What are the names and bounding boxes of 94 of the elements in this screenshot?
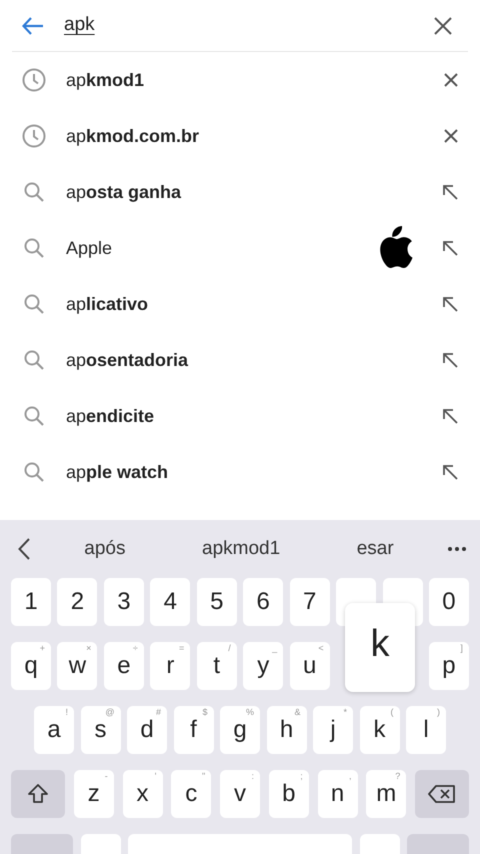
suggestion-text[interactable]: aposta ganha	[66, 178, 442, 206]
key[interactable]: b ;	[268, 770, 309, 818]
key-hint: ?	[395, 772, 400, 781]
key[interactable]: g %	[220, 706, 260, 754]
key-hint: _	[272, 644, 278, 653]
search-icon	[22, 348, 46, 372]
arrow-icon[interactable]	[442, 352, 458, 368]
suggestion-chip[interactable]: esar	[356, 534, 394, 564]
back-icon[interactable]	[22, 16, 44, 34]
remove-icon[interactable]	[444, 129, 458, 143]
key-hint: ,	[348, 772, 352, 781]
key-hint: -	[104, 772, 108, 781]
key-hint: <	[318, 644, 324, 653]
arrow-icon[interactable]	[442, 296, 458, 312]
suggestion-text[interactable]: aplicativo	[66, 290, 442, 318]
key[interactable]: 2	[57, 578, 98, 626]
key[interactable]: 7	[290, 578, 330, 626]
key[interactable]: h &	[266, 706, 306, 754]
key[interactable]: j *	[313, 706, 353, 754]
key[interactable]: v :	[220, 770, 260, 818]
key[interactable]: 0	[428, 578, 469, 626]
key-hint: +	[40, 644, 45, 653]
key-hint: !	[65, 708, 68, 717]
arrow-icon[interactable]	[442, 464, 458, 480]
suggestion-text[interactable]: aposentadoria	[66, 346, 442, 374]
key[interactable]: t /	[196, 642, 237, 690]
suggestion-chip[interactable]: apkmod1	[202, 534, 280, 564]
key[interactable]: a !	[34, 706, 74, 754]
key-hint: =	[179, 644, 184, 653]
key[interactable]: q +	[11, 642, 51, 690]
key-hint: (	[390, 708, 394, 717]
key[interactable]: r =	[150, 642, 190, 690]
key[interactable]: n ,	[318, 770, 358, 818]
key-hint: ×	[86, 644, 92, 653]
key-hint: &	[294, 708, 300, 717]
apple-icon	[378, 226, 414, 269]
key-hint: %	[246, 708, 254, 717]
key[interactable]: m ?	[366, 770, 406, 818]
key-hint: ]	[460, 644, 463, 653]
key[interactable]: d #	[127, 706, 167, 754]
close-icon[interactable]	[434, 16, 452, 34]
key[interactable]: s @	[80, 706, 120, 754]
suggestion-text[interactable]: Apple	[66, 234, 442, 262]
key[interactable]: 4	[150, 578, 190, 626]
suggestion-text[interactable]: apple watch	[66, 458, 442, 486]
key-hint: )	[437, 708, 440, 717]
key[interactable]: 5	[196, 578, 237, 626]
key-hint: $	[202, 708, 208, 717]
suggestion-text[interactable]: apkmod1	[66, 66, 444, 94]
search-field[interactable]: apk	[64, 11, 122, 40]
more-icon[interactable]	[448, 547, 466, 551]
key[interactable]: f $	[174, 706, 214, 754]
key-hint: #	[156, 708, 161, 717]
search-icon	[22, 236, 46, 260]
search-icon	[22, 180, 46, 204]
suggestion-text[interactable]: apkmod.com.br	[66, 122, 444, 150]
key[interactable]: y _	[243, 642, 284, 690]
key-hint: *	[343, 708, 347, 717]
key[interactable]: 6	[243, 578, 284, 626]
suggestion-chip[interactable]: após	[84, 534, 126, 564]
shift-icon	[27, 783, 49, 805]
key-hint: ;	[300, 772, 303, 781]
key[interactable]: c "	[171, 770, 212, 818]
key-hint: :	[251, 772, 254, 781]
arrow-icon[interactable]	[442, 240, 458, 256]
key-hint: '	[154, 772, 156, 781]
remove-icon[interactable]	[444, 73, 458, 87]
key[interactable]: k (	[360, 706, 400, 754]
key-preview-tooltip: k	[345, 603, 415, 692]
key[interactable]: u <	[290, 642, 330, 690]
key[interactable]: z -	[74, 770, 114, 818]
backspace-icon	[428, 784, 456, 804]
back-icon[interactable]	[18, 538, 30, 560]
key[interactable]: l )	[406, 706, 446, 754]
key[interactable]: 3	[104, 578, 144, 626]
key-hint: @	[105, 708, 114, 717]
shift-key[interactable]	[11, 770, 65, 818]
key-hint: ÷	[132, 644, 138, 653]
clock-icon	[22, 68, 46, 92]
clock-icon	[22, 124, 46, 148]
key[interactable]: 1	[11, 578, 51, 626]
key[interactable]: p ]	[428, 642, 469, 690]
key[interactable]: x '	[122, 770, 162, 818]
key-hint: "	[202, 772, 206, 781]
search-icon	[22, 404, 46, 428]
suggestion-text[interactable]: apendicite	[66, 402, 442, 430]
search-icon	[22, 292, 46, 316]
arrow-icon[interactable]	[442, 408, 458, 424]
key[interactable]: e ÷	[104, 642, 144, 690]
search-icon	[22, 460, 46, 484]
backspace-key[interactable]	[415, 770, 469, 818]
arrow-icon[interactable]	[442, 184, 458, 200]
key-hint: /	[228, 644, 231, 653]
key[interactable]: w ×	[57, 642, 98, 690]
